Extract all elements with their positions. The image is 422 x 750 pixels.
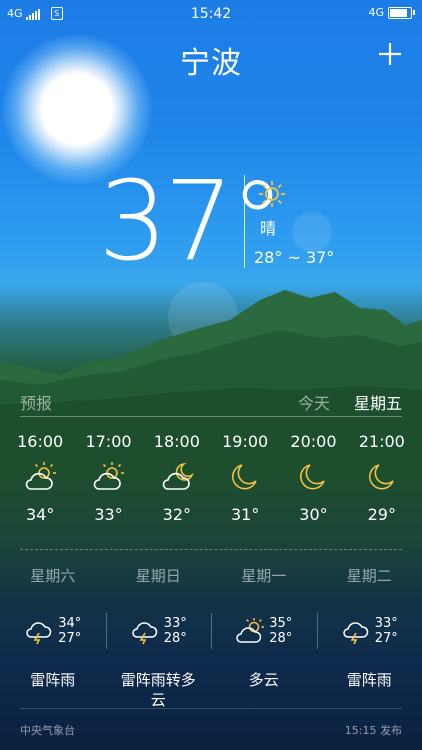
section-divider: [20, 549, 402, 550]
day-low: 28°: [163, 631, 187, 646]
hour-temp: 30°: [299, 505, 328, 524]
add-city-icon[interactable]: [378, 42, 402, 66]
sunny-icon: [259, 181, 285, 207]
hourly-forecast: 16:00 34° 17:00 33° 18:00 32° 19:00 31° …: [6, 432, 416, 524]
forecast-label: 预报: [20, 394, 53, 413]
hour-temp: 34°: [25, 505, 55, 524]
day-low: 27°: [374, 631, 398, 646]
partly-cloudy-day-icon: [25, 462, 57, 490]
day-name: 星期一: [241, 567, 287, 585]
hourly-item: 16:00 34°: [6, 432, 74, 524]
day-desc: 雷阵雨转多云: [120, 671, 196, 709]
moon-icon: [368, 464, 394, 490]
published-time: 15:15 发布: [344, 724, 402, 737]
hour-time: 16:00: [17, 432, 64, 451]
hour-time: 20:00: [290, 432, 337, 451]
day-name: 星期日: [135, 567, 181, 585]
hourly-item: 21:00 29°: [348, 432, 416, 524]
data-source: 中央气象台: [20, 724, 75, 737]
hour-time: 17:00: [85, 432, 132, 451]
hourly-item: 17:00 33°: [74, 432, 142, 524]
forecast-tabs: 预报 今天 星期五: [20, 390, 402, 417]
day-name: 星期六: [30, 567, 76, 585]
day-low: 28°: [269, 631, 293, 646]
current-range: 28° ~ 37°: [254, 248, 335, 267]
network-type-right: 4G: [368, 6, 384, 19]
partly-cloudy-day-icon: [94, 462, 125, 490]
battery-icon: [388, 6, 415, 19]
hourly-item: 19:00 31°: [211, 432, 279, 524]
day-desc: 雷阵雨: [30, 671, 76, 689]
daily-item[interactable]: 星期一 35° 28° 多云: [211, 565, 317, 710]
day-high: 33°: [374, 616, 398, 631]
hour-temp: 32°: [162, 505, 191, 524]
hourly-item: 18:00 32°: [143, 432, 211, 524]
footer-divider: [20, 708, 402, 709]
tab-friday[interactable]: 星期五: [354, 390, 402, 414]
day-desc: 雷阵雨: [346, 671, 392, 689]
current-condition: 晴: [260, 219, 277, 238]
thunderstorm-icon: [131, 622, 157, 645]
daily-item[interactable]: 星期六 34° 27° 雷阵雨: [0, 565, 106, 710]
current-divider: [244, 175, 245, 268]
hour-time: 21:00: [358, 432, 405, 451]
hour-temp: 33°: [94, 505, 123, 524]
daily-item[interactable]: 星期二 33° 27° 雷阵雨: [316, 565, 422, 710]
status-right: 4G: [368, 6, 415, 19]
status-time: 15:42: [190, 6, 232, 22]
tab-today[interactable]: 今天: [298, 390, 330, 414]
daily-item[interactable]: 星期日 33° 28° 雷阵雨转多云: [105, 565, 212, 710]
day-low: 27°: [58, 631, 82, 646]
hourly-item: 20:00 30°: [279, 432, 347, 524]
partly-cloudy-night-icon: [162, 462, 194, 490]
day-name: 星期二: [346, 567, 392, 585]
day-high: 33°: [163, 616, 187, 631]
day-high: 34°: [58, 616, 82, 631]
partly-cloudy-day-icon: [236, 618, 265, 643]
day-desc: 多云: [248, 671, 279, 689]
moon-icon: [300, 464, 326, 490]
thunderstorm-icon: [26, 622, 52, 645]
hour-temp: 29°: [367, 505, 396, 524]
hour-time: 18:00: [153, 432, 200, 451]
hour-temp: 31°: [230, 505, 260, 524]
city-title[interactable]: 宁波: [0, 38, 422, 82]
thunderstorm-icon: [342, 622, 368, 645]
hour-time: 19:00: [222, 432, 269, 451]
lens-flare: [292, 212, 332, 252]
day-high: 35°: [269, 616, 293, 631]
daily-forecast: 星期六 34° 27° 雷阵雨 星期日 33° 28° 雷阵雨转多云 星期一 3…: [0, 565, 422, 710]
status-bar: 4G S 15:42 4G: [0, 0, 422, 28]
moon-icon: [232, 464, 257, 490]
